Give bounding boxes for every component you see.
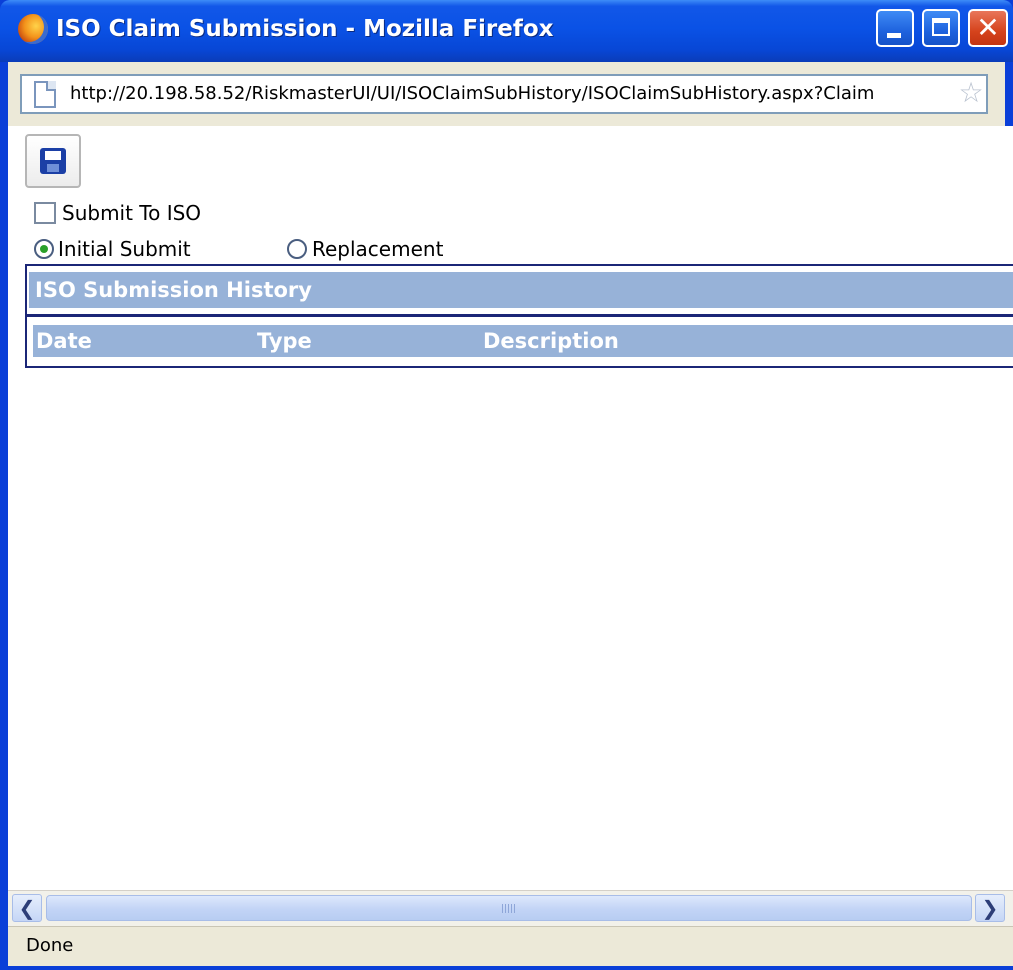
replacement-label[interactable]: Replacement bbox=[312, 236, 443, 262]
maximize-icon bbox=[932, 18, 950, 36]
save-disk-icon bbox=[40, 148, 66, 174]
url-text[interactable]: http://20.198.58.52/RiskmasterUI/UI/ISOC… bbox=[70, 76, 950, 112]
replacement-radio[interactable] bbox=[287, 239, 307, 259]
history-divider bbox=[27, 314, 1013, 317]
iso-submission-history-panel: ISO Submission History Date Type Descrip… bbox=[25, 264, 1013, 368]
column-header-date[interactable]: Date bbox=[36, 325, 92, 357]
window-title: ISO Claim Submission - Mozilla Firefox bbox=[56, 16, 554, 42]
history-title: ISO Submission History bbox=[29, 272, 1013, 308]
close-icon: ✕ bbox=[976, 11, 1000, 44]
status-bar: Done bbox=[8, 926, 1013, 966]
address-bar: http://20.198.58.52/RiskmasterUI/UI/ISOC… bbox=[8, 62, 1005, 126]
scroll-thumb[interactable] bbox=[46, 895, 972, 921]
url-field[interactable]: http://20.198.58.52/RiskmasterUI/UI/ISOC… bbox=[20, 74, 988, 114]
minimize-icon bbox=[887, 33, 901, 38]
bookmark-star-icon[interactable]: ☆ bbox=[956, 78, 986, 108]
submit-to-iso-label[interactable]: Submit To ISO bbox=[62, 200, 201, 226]
initial-submit-radio[interactable] bbox=[34, 239, 54, 259]
scroll-right-button[interactable]: ❯ bbox=[975, 894, 1005, 922]
title-bar[interactable]: ISO Claim Submission - Mozilla Firefox ✕ bbox=[0, 0, 1013, 62]
column-header-description[interactable]: Description bbox=[483, 325, 619, 357]
history-table-header: Date Type Description bbox=[33, 325, 1013, 357]
browser-window: ISO Claim Submission - Mozilla Firefox ✕… bbox=[0, 0, 1013, 970]
close-button[interactable]: ✕ bbox=[968, 9, 1008, 47]
page-icon bbox=[34, 81, 56, 108]
maximize-button[interactable] bbox=[922, 9, 960, 47]
submit-to-iso-checkbox[interactable] bbox=[34, 202, 56, 224]
minimize-button[interactable] bbox=[876, 9, 914, 47]
column-header-type[interactable]: Type bbox=[257, 325, 312, 357]
page-content: Submit To ISO Initial Submit Replacement… bbox=[8, 126, 1013, 890]
firefox-icon bbox=[18, 14, 48, 44]
status-text: Done bbox=[26, 935, 74, 956]
initial-submit-label[interactable]: Initial Submit bbox=[58, 236, 191, 262]
scroll-left-button[interactable]: ❮ bbox=[12, 894, 42, 922]
scroll-grip-icon bbox=[502, 904, 516, 913]
horizontal-scrollbar[interactable]: ❮ ❯ bbox=[8, 890, 1013, 926]
submit-type-group: Initial Submit Replacement bbox=[34, 236, 734, 262]
save-button[interactable] bbox=[25, 134, 81, 188]
